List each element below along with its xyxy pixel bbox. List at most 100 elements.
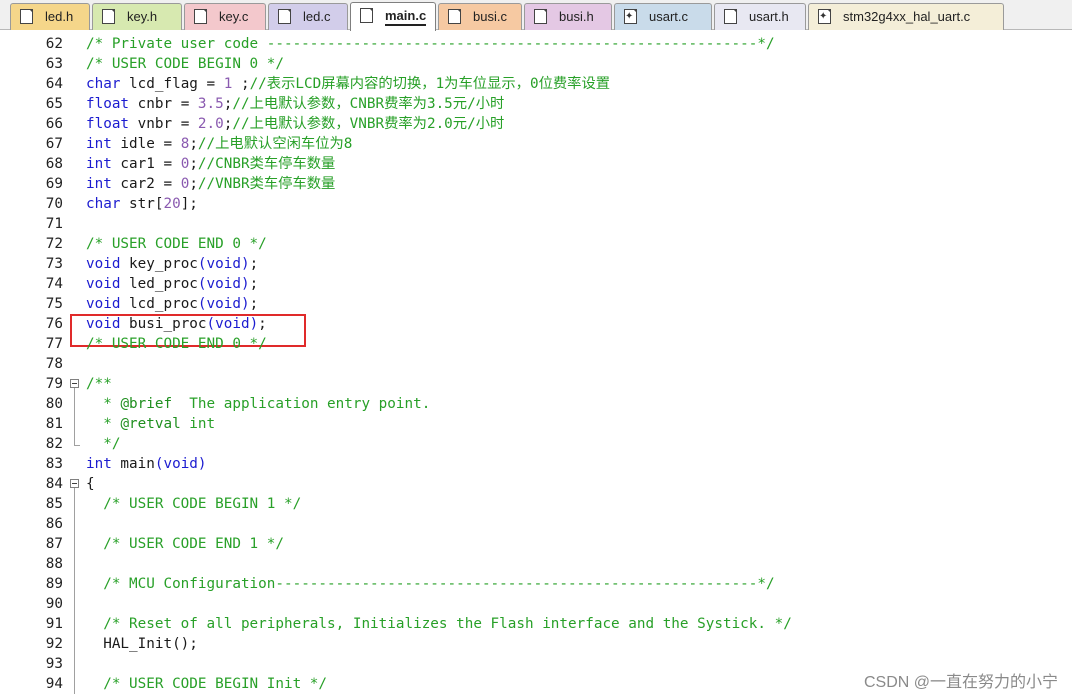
- line-number: 94: [45, 676, 63, 692]
- tab-usart-c[interactable]: usart.c: [614, 3, 712, 30]
- code-line[interactable]: 89 /* MCU Configuration-----------------…: [0, 574, 1072, 594]
- code-text: char str[20];: [86, 194, 198, 214]
- code-line[interactable]: 71: [0, 214, 1072, 234]
- code-line[interactable]: 90: [0, 594, 1072, 614]
- tab-busi-c[interactable]: busi.c: [438, 3, 522, 30]
- code-text: float cnbr = 3.5;//上电默认参数，CNBR费率为3.5元/小时: [86, 94, 504, 114]
- code-token: ;: [249, 256, 259, 272]
- code-token: int: [86, 176, 112, 192]
- code-line[interactable]: 70 char str[20];: [0, 194, 1072, 214]
- code-line[interactable]: 72 /* USER CODE END 0 */: [0, 234, 1072, 254]
- tab-stm32g4xx_hal_uart-c[interactable]: stm32g4xx_hal_uart.c: [808, 3, 1004, 30]
- file-icon: [278, 9, 291, 24]
- code-token: /* Reset of all peripherals, Initializes…: [103, 616, 792, 632]
- code-token: void: [86, 296, 121, 312]
- code-text: /* USER CODE END 1 */: [86, 534, 284, 554]
- code-line[interactable]: 86: [0, 514, 1072, 534]
- code-line[interactable]: 84 {: [0, 474, 1072, 494]
- tab-key-h[interactable]: key.h: [92, 3, 182, 30]
- code-line[interactable]: 85 /* USER CODE BEGIN 1 */: [0, 494, 1072, 514]
- code-token: main: [111, 456, 155, 472]
- code-line[interactable]: 83 int main(void): [0, 454, 1072, 474]
- code-token: The application entry point.: [172, 396, 431, 412]
- code-line[interactable]: 77 /* USER CODE END 0 */: [0, 334, 1072, 354]
- line-number: 76: [45, 316, 63, 332]
- tab-led-h[interactable]: led.h: [10, 3, 90, 30]
- code-line[interactable]: 79 /**: [0, 374, 1072, 394]
- code-text: HAL_Init();: [86, 634, 198, 654]
- tab-main-c[interactable]: main.c: [350, 2, 436, 31]
- line-number: 78: [45, 356, 63, 372]
- code-editor[interactable]: 62 /* Private user code -----------------…: [0, 31, 1072, 700]
- line-number: 80: [45, 396, 63, 412]
- tab-busi-h[interactable]: busi.h: [524, 3, 612, 30]
- tab-key-c[interactable]: key.c: [184, 3, 266, 30]
- code-text: /* USER CODE BEGIN 1 */: [86, 494, 301, 514]
- line-number: 69: [45, 176, 63, 192]
- code-token: ): [197, 456, 207, 472]
- tab-label: usart.c: [649, 9, 689, 24]
- code-line[interactable]: 81 * @retval int: [0, 414, 1072, 434]
- code-token: void: [86, 316, 121, 332]
- code-line[interactable]: 64 char lcd_flag = 1 ;//表示LCD屏幕内容的切换，1为车位…: [0, 74, 1072, 94]
- code-line[interactable]: 69 int car2 = 0;//VNBR类车停车数量: [0, 174, 1072, 194]
- code-text: int main(void): [86, 454, 207, 474]
- code-token: car1 =: [111, 156, 181, 172]
- code-text: /* USER CODE BEGIN Init */: [86, 674, 327, 694]
- code-text: char lcd_flag = 1 ;//表示LCD屏幕内容的切换，1为车位显示…: [86, 74, 610, 94]
- code-text: void lcd_proc(void);: [86, 294, 258, 314]
- code-token: float: [86, 116, 130, 132]
- fold-collapse-icon[interactable]: [70, 379, 79, 388]
- code-token: ];: [180, 196, 198, 212]
- line-number: 87: [45, 536, 63, 552]
- code-token: void: [215, 316, 250, 332]
- code-line[interactable]: 76 void busi_proc(void);: [0, 314, 1072, 334]
- tab-label: led.c: [303, 9, 331, 24]
- code-line[interactable]: 75 void lcd_proc(void);: [0, 294, 1072, 314]
- code-token: void: [206, 256, 241, 272]
- code-line[interactable]: 78: [0, 354, 1072, 374]
- code-token: //上电默认参数，CNBR费率为3.5元/小时: [232, 96, 505, 112]
- code-line[interactable]: 63 /* USER CODE BEGIN 0 */: [0, 54, 1072, 74]
- code-line[interactable]: 74 void led_proc(void);: [0, 274, 1072, 294]
- dll-file-icon: [624, 9, 637, 24]
- code-token: lcd_flag =: [120, 76, 224, 92]
- fold-guide-line: [74, 414, 75, 434]
- tab-label: key.h: [127, 9, 158, 24]
- code-line[interactable]: 73 void key_proc(void);: [0, 254, 1072, 274]
- line-number: 63: [45, 56, 63, 72]
- fold-collapse-icon[interactable]: [70, 479, 79, 488]
- file-icon: [724, 9, 737, 24]
- code-line[interactable]: 67 int idle = 8;//上电默认空闲车位为8: [0, 134, 1072, 154]
- code-line[interactable]: 88: [0, 554, 1072, 574]
- code-token: ): [240, 256, 250, 272]
- code-line[interactable]: 80 * @brief The application entry point.: [0, 394, 1072, 414]
- watermark: CSDN @一直在努力的小宁: [863, 674, 1058, 691]
- code-text: /* USER CODE END 0 */: [86, 234, 267, 254]
- code-line[interactable]: 62 /* Private user code -----------------…: [0, 34, 1072, 54]
- code-line[interactable]: 82 */: [0, 434, 1072, 454]
- tab-usart-h[interactable]: usart.h: [714, 3, 806, 30]
- tab-label: usart.h: [749, 9, 789, 24]
- fold-guide-line: [74, 674, 75, 694]
- code-text: /* Private user code -------------------…: [86, 34, 775, 54]
- line-number: 72: [45, 236, 63, 252]
- code-line[interactable]: 91 /* Reset of all peripherals, Initiali…: [0, 614, 1072, 634]
- code-line[interactable]: 66 float vnbr = 2.0;//上电默认参数，VNBR费率为2.0元/…: [0, 114, 1072, 134]
- code-token: *: [86, 416, 121, 432]
- code-token: /* USER CODE END 1 */: [103, 536, 284, 552]
- code-token: ;: [189, 156, 198, 172]
- line-number: 91: [45, 616, 63, 632]
- code-line[interactable]: 87 /* USER CODE END 1 */: [0, 534, 1072, 554]
- tab-led-c[interactable]: led.c: [268, 3, 348, 30]
- code-token: (: [197, 276, 207, 292]
- code-line[interactable]: 92 HAL_Init();: [0, 634, 1072, 654]
- code-token: 3.5: [197, 96, 224, 112]
- code-line[interactable]: 68 int car1 = 0;//CNBR类车停车数量: [0, 154, 1072, 174]
- code-text: int car2 = 0;//VNBR类车停车数量: [86, 174, 335, 194]
- code-line[interactable]: 65 float cnbr = 3.5;//上电默认参数，CNBR费率为3.5元/…: [0, 94, 1072, 114]
- tab-label: led.h: [45, 9, 74, 24]
- code-text: * @retval int: [86, 414, 215, 434]
- code-token: char: [86, 196, 121, 212]
